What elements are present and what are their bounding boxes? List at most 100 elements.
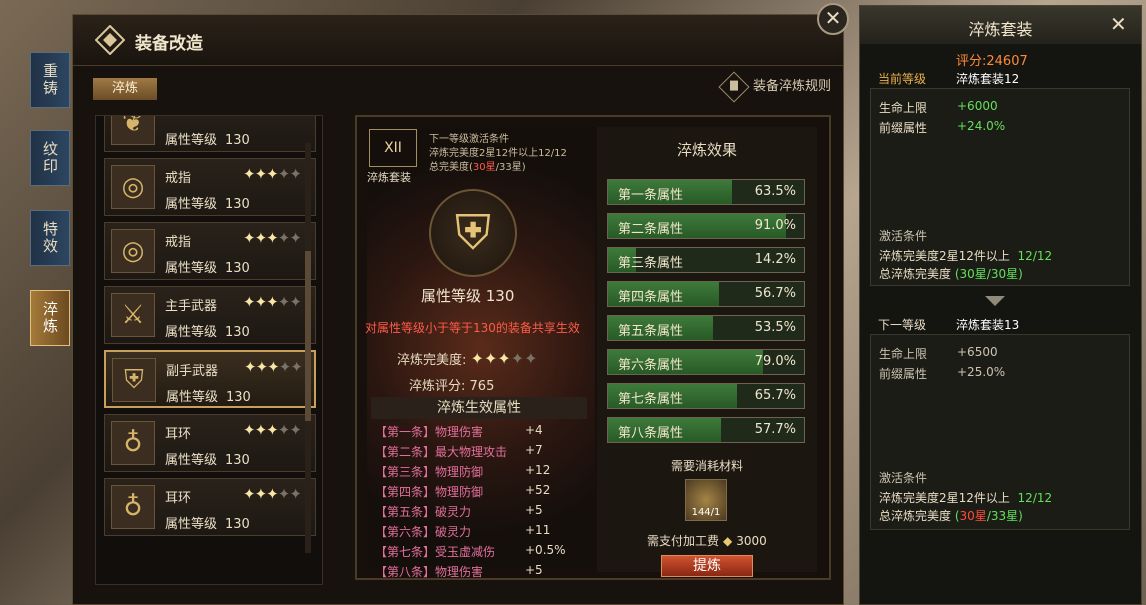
fee-value: 3000 bbox=[736, 534, 767, 548]
refine-bar: 第一条属性 63.5% bbox=[607, 179, 805, 205]
refine-bar-name: 第八条属性 bbox=[618, 426, 684, 441]
ring-icon: ◎ bbox=[111, 229, 155, 273]
star-icon: ✦ bbox=[289, 421, 302, 439]
star-icon: ✦ bbox=[277, 293, 291, 311]
refine-bar-value: 79.0% bbox=[754, 354, 796, 369]
star-icon: ✦ bbox=[277, 485, 291, 503]
side-tab-3[interactable]: 淬炼 bbox=[30, 290, 70, 346]
equipment-list-item[interactable]: ⛨ 副手武器 属性等级 130 ✦✦✦✦✦ bbox=[104, 350, 316, 408]
next-level-conditions: 下一等级激活条件 淬炼完美度2星12件以上12/12 总完美度(30星/33星) bbox=[429, 133, 567, 175]
refine-rules-link[interactable]: 装备淬炼规则 bbox=[718, 70, 832, 103]
item-level-value: 130 bbox=[226, 390, 251, 405]
refine-bar-name: 第六条属性 bbox=[618, 358, 684, 373]
refine-bar-value: 91.0% bbox=[754, 218, 796, 233]
score-value: 765 bbox=[469, 379, 495, 394]
star-icon: ✦ bbox=[524, 349, 538, 368]
equipment-modify-window: 装备改造 ✕ 淬炼 装备淬炼规则 ❦ 属性等级 130 ◎ 戒指 属性等级 130 ✦✦✦✦✦… bbox=[72, 3, 849, 605]
effect-name: 【第八条】物理伤害 bbox=[375, 565, 484, 579]
cur-attr1-name: 生命上限 bbox=[879, 101, 928, 115]
set-panel-close-icon[interactable]: ✕ bbox=[1110, 12, 1127, 36]
title-bar: 装备改造 bbox=[73, 15, 843, 66]
next-level-box: 生命上限 +6500 前缀属性 +25.0% 激活条件 淬炼完美度2星12件以上… bbox=[870, 334, 1130, 530]
side-tab-0[interactable]: 重铸 bbox=[30, 52, 70, 108]
side-tab-2[interactable]: 特效 bbox=[30, 210, 70, 266]
star-icon: ✦ bbox=[266, 485, 279, 503]
star-icon: ✦ bbox=[254, 421, 268, 439]
equipment-list-item[interactable]: ◎ 戒指 属性等级 130 ✦✦✦✦✦ bbox=[104, 158, 316, 216]
equipment-list-item[interactable]: ⚔ 主手武器 属性等级 130 ✦✦✦✦✦ bbox=[104, 286, 316, 344]
effect-name: 【第六条】破灵力 bbox=[375, 525, 472, 539]
set-level-badge[interactable]: XII bbox=[369, 129, 417, 167]
shared-effect-note: 对属性等级小于等于130的装备共享生效 bbox=[365, 321, 580, 335]
list-scroll-thumb[interactable] bbox=[305, 251, 311, 421]
next-attr2-name: 前缀属性 bbox=[879, 367, 928, 381]
cur-cond1: 淬炼完美度2星12件以上 12/12 bbox=[879, 247, 1052, 264]
star-icon: ✦ bbox=[266, 229, 279, 247]
item-name: 主手武器 bbox=[165, 299, 218, 314]
selected-item-shield-icon: ⛨ bbox=[429, 189, 517, 277]
next-cond-title: 下一等级激活条件 bbox=[429, 134, 509, 145]
coin-icon: ◆ bbox=[723, 534, 733, 548]
effect-value: +5 bbox=[525, 503, 543, 517]
close-button[interactable]: ✕ bbox=[817, 3, 849, 35]
refine-bar-name: 第七条属性 bbox=[618, 392, 684, 407]
item-star-rating: ✦✦✦✦✦ bbox=[243, 165, 302, 183]
equipment-list-item[interactable]: ◎ 戒指 属性等级 130 ✦✦✦✦✦ bbox=[104, 222, 316, 280]
attribute-level: 属性等级 130 bbox=[421, 287, 515, 305]
item-level: 属性等级 130 bbox=[165, 129, 250, 148]
refine-button[interactable]: 提炼 bbox=[661, 555, 753, 577]
star-icon: ✦ bbox=[277, 165, 291, 183]
equipment-list-item[interactable]: ♁ 耳环 属性等级 130 ✦✦✦✦✦ bbox=[104, 478, 316, 536]
next-attr2-value: +25.0% bbox=[957, 365, 1006, 379]
star-icon: ✦ bbox=[254, 293, 268, 311]
side-tab-1[interactable]: 纹印 bbox=[30, 130, 70, 186]
refine-bar: 第三条属性 14.2% bbox=[607, 247, 805, 273]
equipment-list-item[interactable]: ♁ 耳环 属性等级 130 ✦✦✦✦✦ bbox=[104, 414, 316, 472]
cur-activate-label: 激活条件 bbox=[879, 229, 928, 243]
score-label: 淬炼评分: bbox=[409, 379, 466, 394]
equipment-list: ❦ 属性等级 130 ◎ 戒指 属性等级 130 ✦✦✦✦✦ ◎ 戒指 属性等级 130 ✦✦✦✦✦ ⚔ 主… bbox=[95, 115, 323, 585]
next-cond2-close: /33星) bbox=[986, 509, 1023, 523]
equipment-list-item[interactable]: ❦ 属性等级 130 bbox=[104, 116, 316, 152]
effect-row: 【第七条】受玉虚减伤 +0.5% bbox=[371, 543, 591, 563]
current-level-label: 当前等级 bbox=[878, 72, 927, 86]
cur-attr1-value: +6000 bbox=[957, 99, 998, 113]
refine-rules-label: 装备淬炼规则 bbox=[753, 79, 832, 94]
next-cond2-text: 总淬炼完美度 bbox=[879, 509, 952, 523]
item-level-value: 130 bbox=[225, 133, 250, 148]
effect-row: 【第四条】物理防御 +52 bbox=[371, 483, 591, 503]
star-icon: ✦ bbox=[243, 421, 256, 439]
detail-panel: XII 淬炼套装 下一等级激活条件 淬炼完美度2星12件以上12/12 总完美度… bbox=[355, 115, 831, 580]
star-icon: ✦ bbox=[289, 293, 302, 311]
item-level-label: 属性等级 bbox=[165, 133, 218, 148]
star-icon: ✦ bbox=[266, 421, 279, 439]
item-level-label: 属性等级 bbox=[165, 453, 218, 468]
next-level-label: 下一等级 bbox=[878, 318, 927, 332]
star-icon: ✦ bbox=[254, 229, 268, 247]
item-level-label: 属性等级 bbox=[165, 261, 218, 276]
effect-row: 【第一条】物理伤害 +4 bbox=[371, 423, 591, 443]
refine-bar-value: 63.5% bbox=[754, 184, 796, 199]
refine-bar-name: 第三条属性 bbox=[618, 256, 684, 271]
subtab-refine[interactable]: 淬炼 bbox=[93, 78, 157, 100]
cur-cond1-val: 12/12 bbox=[1017, 249, 1053, 263]
item-level-value: 130 bbox=[225, 517, 250, 532]
refine-bar-value: 57.7% bbox=[754, 422, 796, 437]
processing-fee: 需支付加工费 ◆ 3000 bbox=[647, 532, 767, 549]
refine-bar-value: 53.5% bbox=[754, 320, 796, 335]
item-star-rating: ✦✦✦✦✦ bbox=[243, 229, 302, 247]
refine-bar: 第二条属性 91.0% bbox=[607, 213, 805, 239]
item-level: 属性等级 130 bbox=[165, 321, 250, 340]
next-cond-line2-prefix: 总完美度( bbox=[429, 162, 473, 173]
effect-value: +0.5% bbox=[525, 543, 566, 557]
window-title: 装备改造 bbox=[135, 34, 203, 54]
star-icon: ✦ bbox=[266, 293, 279, 311]
star-icon: ✦ bbox=[243, 165, 256, 183]
star-icon: ✦ bbox=[289, 229, 302, 247]
ring-icon: ◎ bbox=[111, 165, 155, 209]
fee-label: 需支付加工费 bbox=[647, 534, 720, 548]
effect-value: +12 bbox=[525, 463, 551, 477]
item-level: 属性等级 130 bbox=[166, 386, 251, 405]
next-cond1-text: 淬炼完美度2星12件以上 bbox=[879, 491, 1010, 505]
next-set-name: 淬炼套装13 bbox=[956, 318, 1020, 332]
